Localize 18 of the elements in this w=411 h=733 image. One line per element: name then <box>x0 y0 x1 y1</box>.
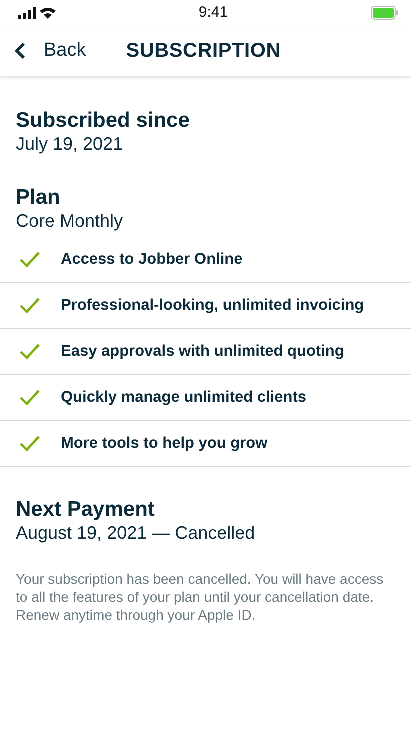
section-value: Core Monthly <box>16 210 124 233</box>
feature-text: Professional-looking, unlimited invoicing <box>61 296 364 316</box>
page-title: SUBSCRIPTION <box>126 39 281 64</box>
battery-icon <box>370 6 399 20</box>
section-value: August 19, 2021 — Cancelled <box>16 522 256 546</box>
back-icon <box>14 42 26 60</box>
signal-icon <box>18 6 56 20</box>
back-button[interactable]: Back <box>0 36 86 66</box>
note-text: Your subscription has been cancelled. You will have access to all the features of your plan until your cancellation date. Renew anytime through your Apple ID. <box>16 570 385 624</box>
feature-text: Access to Jobber Online <box>61 250 243 270</box>
status-time: 9:41 <box>198 2 228 23</box>
feature-text: Easy approvals with unlimited quoting <box>61 342 344 362</box>
feature-text: More tools to help you grow <box>61 434 268 454</box>
section-label: Subscribed since <box>16 108 191 134</box>
feature-text: Quickly manage unlimited clients <box>61 388 306 408</box>
section-value: July 19, 2021 <box>16 133 124 156</box>
section-label: Plan <box>16 184 62 210</box>
section-label: Next Payment <box>16 497 156 522</box>
